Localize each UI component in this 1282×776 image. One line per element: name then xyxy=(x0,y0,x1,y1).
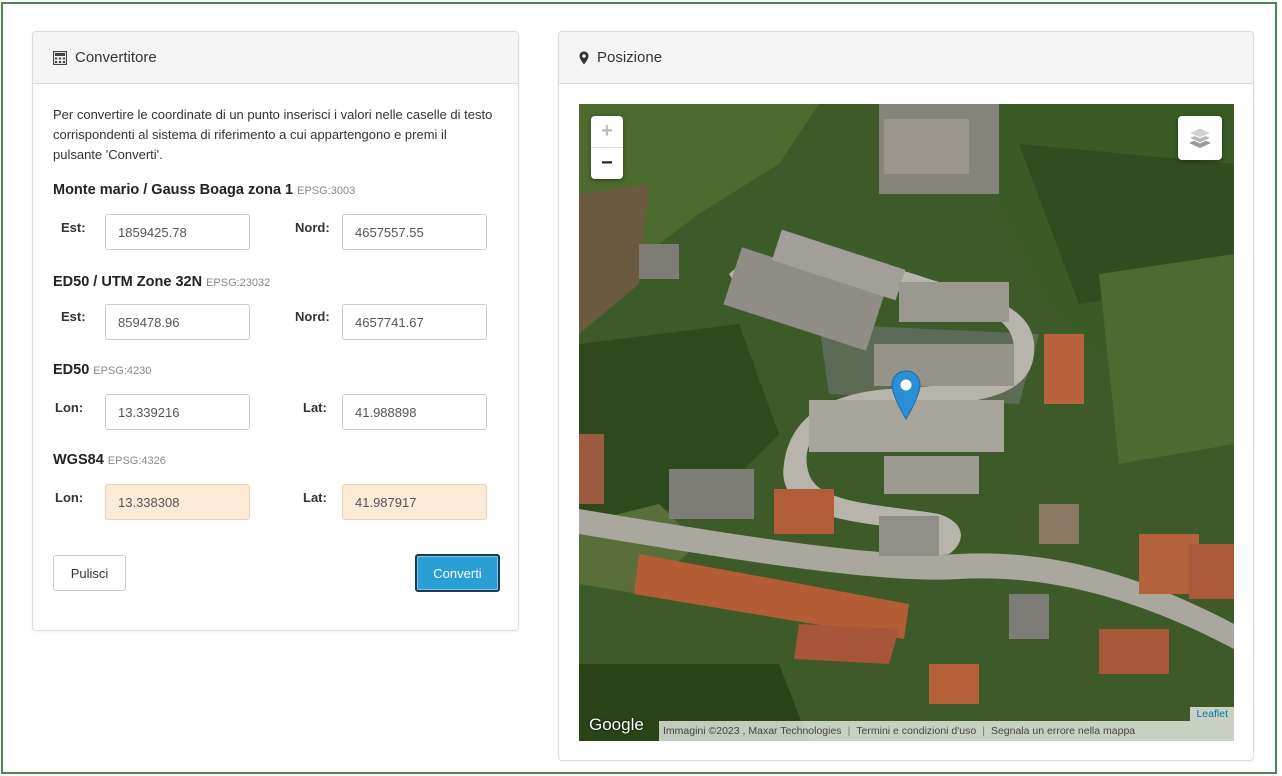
ed50-lon-input[interactable] xyxy=(105,394,250,430)
section-name: ED50 xyxy=(53,362,90,378)
map-marker-icon xyxy=(579,51,589,65)
separator: | xyxy=(982,725,985,737)
converter-panel: Convertitore Per convertire le coordinat… xyxy=(32,31,519,631)
layers-icon xyxy=(1187,123,1213,154)
position-title: Posizione xyxy=(597,49,663,66)
section-name: Monte mario / Gauss Boaga zona 1 xyxy=(53,182,294,198)
gauss-boaga-nord-label: Nord: xyxy=(295,220,330,235)
wgs84-lon-label: Lon: xyxy=(55,490,84,505)
converter-title: Convertitore xyxy=(75,49,157,66)
section-name: ED50 / UTM Zone 32N xyxy=(53,274,203,290)
converter-intro: Per convertire le coordinate di un punto… xyxy=(53,107,493,162)
imagery-attribution: Immagini ©2023 , Maxar Technologies xyxy=(663,725,842,737)
section-title-utm32n: ED50 / UTM Zone 32N EPSG:23032 xyxy=(53,274,270,290)
map-attribution: Immagini ©2023 , Maxar Technologies | Te… xyxy=(659,721,1234,741)
position-panel: Posizione + − Google Leaflet Immagini ©2… xyxy=(558,31,1254,761)
utm-nord-input[interactable] xyxy=(342,304,487,340)
calculator-icon xyxy=(53,50,67,65)
zoom-out-button[interactable]: − xyxy=(591,148,623,179)
section-title-wgs84: WGS84 EPSG:4326 xyxy=(53,452,166,468)
epsg-code: EPSG:3003 xyxy=(297,185,356,197)
ed50-lat-input[interactable] xyxy=(342,394,487,430)
wgs84-lon-input[interactable] xyxy=(105,484,250,520)
convert-button[interactable]: Converti xyxy=(415,554,500,592)
utm-est-label: Est: xyxy=(61,309,86,324)
wgs84-lat-label: Lat: xyxy=(303,490,327,505)
ed50-lon-label: Lon: xyxy=(55,400,84,415)
map-marker-pin[interactable] xyxy=(891,370,921,425)
gauss-boaga-nord-input[interactable] xyxy=(342,214,487,250)
clear-button[interactable]: Pulisci xyxy=(53,555,126,591)
converter-panel-heading: Convertitore xyxy=(33,32,518,84)
satellite-map[interactable]: + − Google Leaflet Immagini ©2023 , Maxa… xyxy=(579,104,1234,741)
section-title-gauss-boaga: Monte mario / Gauss Boaga zona 1 EPSG:300… xyxy=(53,182,355,198)
terms-link[interactable]: Termini e condizioni d'uso xyxy=(856,725,976,737)
separator: | xyxy=(847,725,851,737)
utm-est-input[interactable] xyxy=(105,304,250,340)
ed50-lat-label: Lat: xyxy=(303,400,327,415)
wgs84-lat-input[interactable] xyxy=(342,484,487,520)
epsg-code: EPSG:23032 xyxy=(206,277,271,289)
gauss-boaga-est-input[interactable] xyxy=(105,214,250,250)
utm-nord-label: Nord: xyxy=(295,309,330,324)
zoom-in-button[interactable]: + xyxy=(591,116,623,148)
zoom-control: + − xyxy=(591,116,623,179)
position-panel-heading: Posizione xyxy=(559,32,1253,84)
epsg-code: EPSG:4230 xyxy=(93,365,152,377)
leaflet-link[interactable]: Leaflet xyxy=(1190,707,1234,721)
section-title-ed50: ED50 EPSG:4230 xyxy=(53,362,151,378)
google-logo: Google xyxy=(589,715,644,734)
layers-button[interactable] xyxy=(1178,116,1222,160)
epsg-code: EPSG:4326 xyxy=(107,455,166,467)
gauss-boaga-est-label: Est: xyxy=(61,220,86,235)
section-name: WGS84 xyxy=(53,452,104,468)
report-error-link[interactable]: Segnala un errore nella mappa xyxy=(991,725,1135,737)
